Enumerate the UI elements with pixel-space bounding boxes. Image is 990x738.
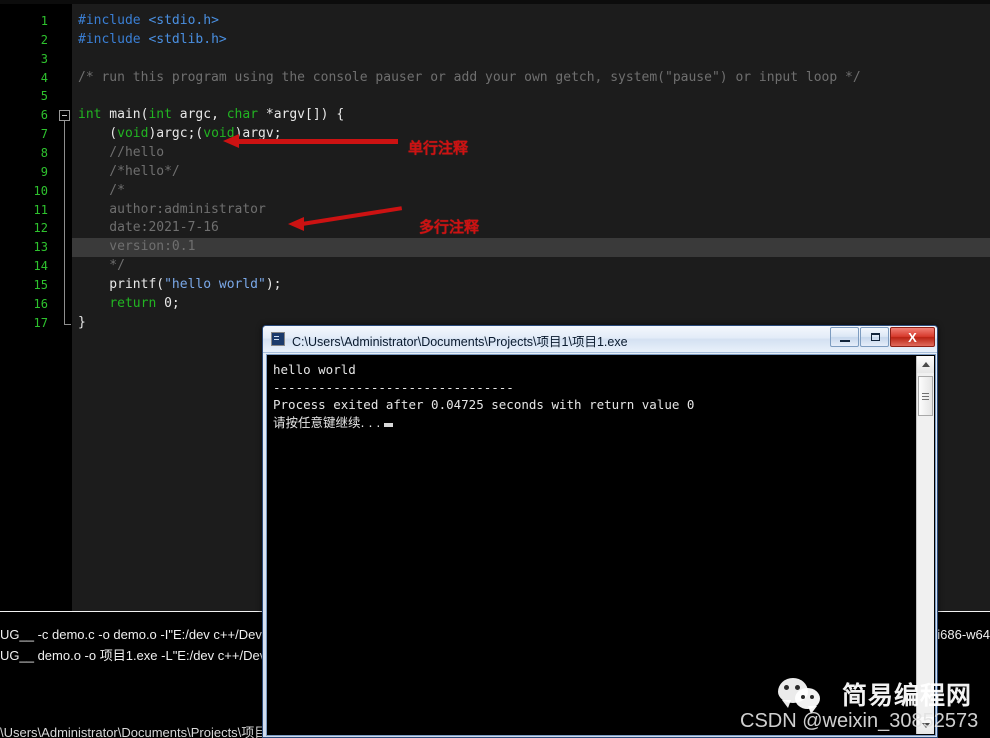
- close-button[interactable]: X: [890, 327, 935, 347]
- code-line[interactable]: /*hello*/: [72, 163, 990, 182]
- code-token: "hello world": [164, 276, 266, 292]
- line-number: 3: [40, 51, 48, 66]
- compiler-log-right-fragment: /i686-w64: [933, 627, 990, 642]
- code-token: 0;: [156, 295, 180, 311]
- annotation-label: 多行注释: [419, 218, 480, 236]
- code-line[interactable]: return 0;: [72, 295, 990, 314]
- taskbar-path-fragment: \Users\Administrator\Documents\Projects\…: [0, 726, 268, 738]
- code-token: #include: [78, 31, 149, 47]
- line-number: 5: [40, 89, 48, 104]
- scroll-down-arrow-icon[interactable]: [917, 717, 934, 734]
- code-line[interactable]: int main(int argc, char *argv[]) {: [72, 106, 990, 125]
- line-number: 13: [33, 240, 48, 255]
- code-token: char: [226, 107, 259, 123]
- line-number: 16: [33, 296, 48, 311]
- fold-guide-line: [64, 121, 65, 324]
- code-token: /*: [78, 182, 125, 198]
- code-token: <stdio.h>: [148, 13, 219, 28]
- code-token: /* run this program using the console pa…: [78, 69, 861, 85]
- console-output-text: hello world -----------------------------…: [273, 361, 913, 431]
- code-token: */: [78, 258, 125, 274]
- line-number: 8: [40, 145, 48, 160]
- line-number: 1: [40, 14, 48, 28]
- code-line[interactable]: //hello: [72, 144, 990, 163]
- console-output-line: hello world: [273, 362, 356, 377]
- line-number-gutter: 1 2 3 4 5 6 7 8 9 10 11 12 13 14 15 16 17: [0, 4, 57, 611]
- compiler-log-line-2: UG__ demo.o -o 项目1.exe -L"E:/dev c++/Dev…: [0, 648, 288, 663]
- console-scrollbar[interactable]: [916, 356, 934, 734]
- console-output-line: --------------------------------: [273, 379, 514, 395]
- code-folding-column[interactable]: [57, 4, 72, 611]
- line-number: 12: [33, 221, 48, 236]
- line-number: 14: [33, 259, 48, 274]
- line-number: 6: [40, 108, 48, 123]
- line-number: 7: [40, 127, 48, 142]
- code-token: void: [117, 126, 149, 142]
- code-token: /*hello*/: [78, 163, 180, 179]
- scroll-up-arrow-icon[interactable]: [917, 356, 934, 373]
- code-token: <stdlib.h>: [148, 31, 227, 47]
- scrollbar-thumb[interactable]: [918, 376, 933, 416]
- line-number: 10: [33, 183, 48, 198]
- line-number: 15: [33, 277, 48, 292]
- maximize-icon: [871, 333, 880, 341]
- code-line[interactable]: version:0.1: [72, 238, 990, 258]
- line-number: 9: [40, 164, 48, 179]
- code-line[interactable]: [72, 87, 990, 106]
- console-title-bar[interactable]: C:\Users\Administrator\Documents\Project…: [263, 326, 937, 353]
- console-prompt-line: 请按任意键继续. . .: [273, 414, 913, 432]
- code-token: main(: [101, 107, 149, 123]
- maximize-button[interactable]: [860, 327, 889, 347]
- code-line[interactable]: #include <stdio.h>: [72, 12, 990, 31]
- code-token: version:0.1: [78, 239, 196, 255]
- code-token: );: [265, 276, 282, 292]
- console-window-title: C:\Users\Administrator\Documents\Project…: [292, 335, 628, 349]
- code-line[interactable]: #include <stdlib.h>: [72, 31, 990, 50]
- code-line[interactable]: author:administrator: [72, 201, 990, 220]
- code-token: int: [148, 107, 172, 123]
- console-cursor: [384, 422, 394, 427]
- code-line[interactable]: date:2021-7-16: [72, 219, 990, 238]
- code-token: //hello: [78, 144, 165, 160]
- code-token: }: [78, 314, 86, 330]
- code-line[interactable]: printf("hello world");: [72, 276, 990, 295]
- line-number: 2: [40, 32, 48, 47]
- minimize-button[interactable]: [830, 327, 859, 347]
- console-output-area[interactable]: hello world -----------------------------…: [266, 354, 936, 736]
- code-line[interactable]: (void)argc;(void)argv;: [72, 125, 990, 144]
- code-line[interactable]: [72, 50, 990, 69]
- code-token: *argv[]) {: [258, 107, 345, 123]
- fold-toggle-icon[interactable]: [59, 110, 70, 122]
- code-token: printf(: [78, 276, 165, 292]
- console-window[interactable]: C:\Users\Administrator\Documents\Project…: [262, 325, 938, 738]
- minimize-icon: [840, 340, 850, 342]
- compiler-log-line-1: UG__ -c demo.c -o demo.o -I"E:/dev c++/D…: [0, 627, 283, 642]
- code-line[interactable]: /*: [72, 182, 990, 201]
- code-token: )argc;(: [148, 126, 204, 142]
- code-token: (: [78, 126, 118, 142]
- close-icon: X: [908, 329, 917, 345]
- code-token: date:2021-7-16: [78, 220, 219, 236]
- code-token: author:administrator: [78, 201, 266, 217]
- console-app-icon: [271, 332, 285, 346]
- code-line[interactable]: /* run this program using the console pa…: [72, 69, 990, 88]
- code-token: int: [78, 107, 102, 123]
- line-number: 17: [33, 315, 48, 330]
- window-controls[interactable]: X: [829, 327, 935, 347]
- code-line[interactable]: */: [72, 257, 990, 276]
- fold-end-marker: [64, 323, 71, 325]
- code-token: return: [109, 295, 157, 311]
- annotation-label: 单行注释: [408, 139, 469, 157]
- code-token: #include: [78, 13, 149, 28]
- line-number: 4: [40, 70, 48, 85]
- code-token: argc,: [171, 107, 227, 123]
- line-number: 11: [33, 202, 48, 217]
- console-output-line: Process exited after 0.04725 seconds wit…: [273, 397, 695, 412]
